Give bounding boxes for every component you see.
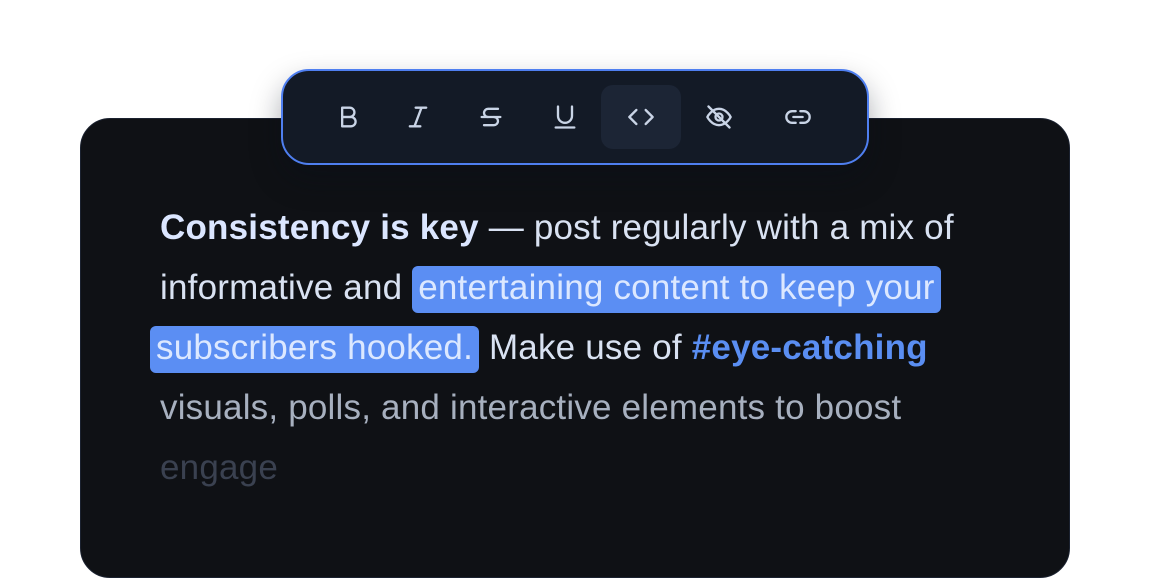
text-line-3: subscribers hooked. Make use of #eye-cat…: [150, 318, 1020, 378]
strikethrough-icon: [480, 107, 502, 127]
text-line-5: engage: [160, 448, 278, 487]
text-line-4: visuals, polls, and interactive elements…: [160, 388, 902, 427]
selected-text: entertaining content to keep your: [412, 266, 941, 313]
selected-text: subscribers hooked.: [150, 326, 480, 373]
hide-button[interactable]: [687, 85, 751, 149]
bold-text: Consistency is key: [160, 208, 479, 247]
underline-icon: [554, 105, 576, 129]
text-line-2: informative and entertaining content to …: [160, 258, 1020, 318]
formatting-toolbar: [281, 69, 869, 165]
link-icon: [785, 110, 811, 125]
hashtag-text[interactable]: #eye-catching: [692, 328, 928, 367]
bold-button[interactable]: [316, 85, 380, 149]
link-button[interactable]: [766, 85, 830, 149]
eye-off-icon: [706, 105, 732, 129]
text-segment: — post regularly with a mix of: [478, 208, 954, 247]
code-button[interactable]: [601, 85, 681, 149]
code-icon: [628, 108, 654, 126]
italic-icon: [408, 106, 428, 128]
italic-button[interactable]: [386, 85, 450, 149]
underline-button[interactable]: [533, 85, 597, 149]
bold-icon: [341, 106, 357, 128]
strikethrough-button[interactable]: [459, 85, 523, 149]
text-line-1: Consistency is key — post regularly with…: [160, 198, 1020, 258]
text-segment: informative and: [160, 268, 413, 307]
text-segment: Make use of: [479, 328, 692, 367]
editor-content[interactable]: Consistency is key — post regularly with…: [150, 198, 1020, 498]
